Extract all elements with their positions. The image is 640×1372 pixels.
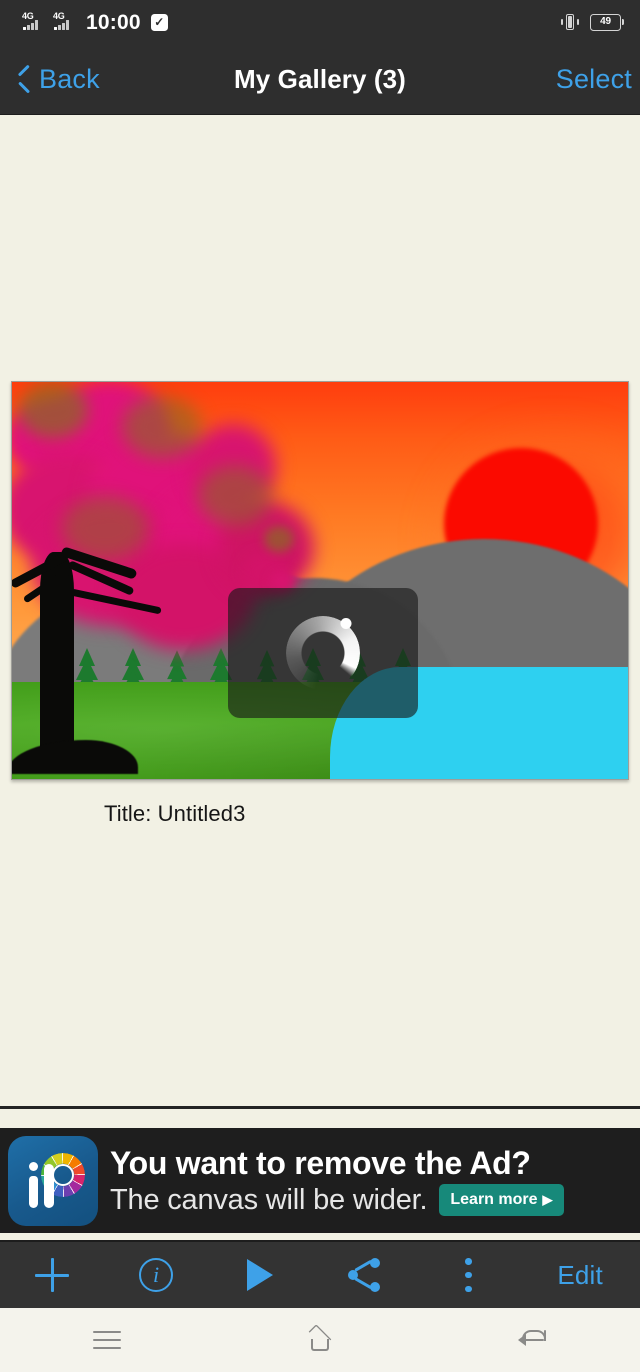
info-icon: i — [139, 1258, 174, 1292]
vibrate-icon — [559, 13, 581, 31]
status-bar-clock: 10:00 — [86, 10, 141, 34]
battery-icon: 49 — [590, 13, 624, 31]
home-button[interactable] — [213, 1308, 426, 1372]
status-bar: 4G 4G 10:00 ✓ 49 — [0, 0, 640, 44]
share-icon — [347, 1258, 381, 1292]
learn-more-label: Learn more — [450, 1190, 538, 1208]
signal-4g-icon-2: 4G — [53, 12, 77, 32]
back-button-label: Back — [39, 64, 100, 94]
loading-overlay — [228, 588, 418, 718]
add-button[interactable] — [0, 1241, 104, 1309]
ad-subline-row: The canvas will be wider. Learn more ▶ — [110, 1183, 640, 1217]
ad-gap — [0, 1109, 640, 1128]
select-button[interactable]: Select — [544, 44, 640, 115]
arrow-right-icon: ▶ — [542, 1192, 553, 1207]
info-button[interactable]: i — [104, 1241, 208, 1309]
chevron-left-icon — [14, 66, 31, 94]
signal-bars-2 — [54, 19, 69, 30]
menu-icon — [92, 1331, 121, 1349]
android-back-button[interactable] — [427, 1308, 640, 1372]
ad-subline: The canvas will be wider. — [110, 1183, 428, 1216]
signal-4g-icon-1: 4G — [22, 12, 46, 32]
home-icon — [304, 1324, 336, 1353]
play-icon — [247, 1259, 274, 1291]
loading-spinner-icon — [286, 616, 360, 690]
battery-level-label: 49 — [600, 16, 611, 27]
more-options-button[interactable] — [416, 1241, 520, 1309]
plus-icon — [35, 1258, 70, 1292]
android-navigation-bar — [0, 1308, 640, 1372]
play-button[interactable] — [208, 1241, 312, 1309]
share-button[interactable] — [312, 1241, 416, 1309]
edit-button[interactable]: Edit — [520, 1241, 640, 1309]
back-button[interactable]: Back — [8, 44, 110, 115]
status-bar-left: 4G 4G 10:00 ✓ — [22, 0, 168, 44]
artwork-title-label: Title: Untitled3 — [104, 801, 246, 826]
bottom-toolbar: i Edit — [0, 1240, 640, 1308]
artwork-canvas — [12, 382, 628, 779]
edit-button-label: Edit — [557, 1259, 603, 1290]
artwork-thumbnail[interactable] — [11, 381, 629, 780]
ad-text-block: You want to remove the Ad? The canvas wi… — [98, 1145, 640, 1217]
learn-more-button[interactable]: Learn more ▶ — [439, 1183, 564, 1216]
navigation-header: Back My Gallery (3) Select — [0, 44, 640, 115]
more-vertical-icon — [464, 1258, 472, 1292]
ibis-paint-logo-icon — [8, 1135, 98, 1226]
checkmark-badge-icon: ✓ — [150, 13, 168, 31]
gallery-content: Title: Untitled3 — [0, 115, 640, 1106]
recents-button[interactable] — [0, 1308, 213, 1372]
app-screen: 4G 4G 10:00 ✓ 49 Back My Gallery (3) Sel… — [0, 0, 640, 1372]
ad-banner[interactable]: You want to remove the Ad? The canvas wi… — [0, 1128, 640, 1233]
back-arrow-icon — [518, 1328, 548, 1352]
signal-bars-1 — [23, 19, 38, 30]
ad-headline: You want to remove the Ad? — [110, 1144, 531, 1181]
status-bar-right: 49 — [559, 0, 624, 44]
lake-layer-right — [442, 667, 628, 779]
